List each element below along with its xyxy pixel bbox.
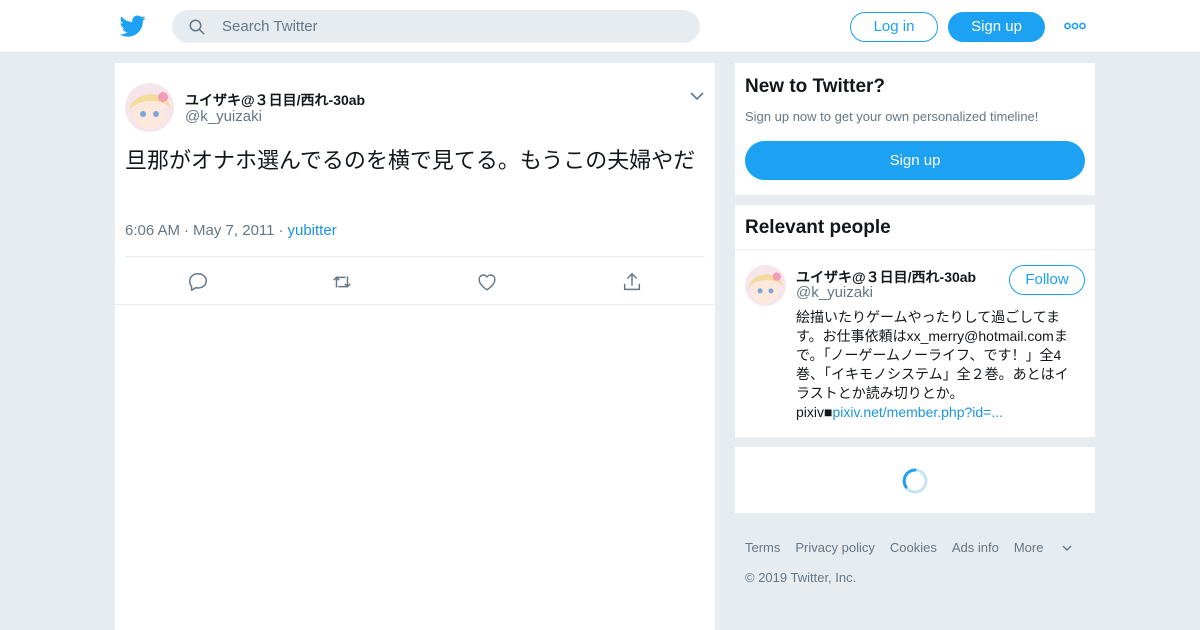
- more-label: More: [1013, 540, 1044, 555]
- reply-icon[interactable]: [187, 271, 209, 293]
- separator-dot: ·: [278, 222, 284, 239]
- person-handle[interactable]: @k_yuizaki: [796, 284, 873, 301]
- share-icon[interactable]: [621, 271, 643, 293]
- footer-link-cookies[interactable]: Cookies: [890, 540, 937, 555]
- search-icon: [189, 19, 205, 35]
- card-header: Relevant people: [735, 205, 1095, 250]
- tweet-card: ユイザキ@３日目/西れ-30ab @k_yuizaki 旦那がオナホ選んでるのを…: [115, 63, 715, 630]
- more-dots-icon[interactable]: [1064, 18, 1086, 34]
- card-title: New to Twitter?: [745, 76, 886, 97]
- loading-card: [735, 447, 1095, 513]
- relevant-people-card: Relevant people ユイザキ@３日目/西れ-30ab @k_yuiz…: [735, 205, 1095, 437]
- footer-link-terms[interactable]: Terms: [745, 540, 780, 555]
- avatar[interactable]: [125, 83, 174, 132]
- tweet-actions: [115, 257, 715, 305]
- chevron-down-icon: [1062, 545, 1072, 551]
- avatar[interactable]: [745, 265, 786, 306]
- signup-button[interactable]: Sign up: [948, 12, 1045, 42]
- author-name[interactable]: ユイザキ@３日目/西れ-30ab: [185, 90, 365, 110]
- copyright: © 2019 Twitter, Inc.: [745, 570, 857, 585]
- footer-link-more[interactable]: More: [1014, 540, 1072, 555]
- retweet-icon[interactable]: [331, 271, 353, 293]
- tweet-date[interactable]: May 7, 2011: [193, 222, 274, 239]
- tweet-source-link[interactable]: yubitter: [288, 222, 337, 239]
- signup-button-large[interactable]: Sign up: [745, 141, 1085, 180]
- card-title: Relevant people: [745, 217, 891, 238]
- top-navigation-bar: Log in Sign up: [0, 0, 1200, 53]
- bio-link[interactable]: pixiv.net/member.php?id=...: [832, 404, 1003, 420]
- twitter-bird-icon[interactable]: [120, 13, 146, 39]
- avatar-image: [125, 83, 174, 132]
- footer-link-ads-info[interactable]: Ads info: [952, 540, 999, 555]
- avatar-image: [745, 265, 786, 306]
- card-subtitle: Sign up now to get your own personalized…: [745, 109, 1039, 124]
- person-bio: 絵描いたりゲームやったりして過ごしてます。お仕事依頼はxx_merry@hotm…: [796, 308, 1080, 422]
- loading-spinner-icon: [902, 468, 928, 494]
- tweet-text: 旦那がオナホ選んでるのを横で見てる。もうこの夫婦やだ: [125, 149, 696, 174]
- follow-button[interactable]: Follow: [1009, 265, 1085, 295]
- search-input[interactable]: [222, 10, 682, 43]
- footer-links: Terms Privacy policy Cookies Ads info More: [745, 540, 1087, 555]
- chevron-down-icon[interactable]: [690, 91, 704, 101]
- tweet-time[interactable]: 6:06 AM: [125, 222, 180, 239]
- like-icon[interactable]: [476, 271, 498, 293]
- author-handle[interactable]: @k_yuizaki: [185, 108, 262, 125]
- new-to-twitter-card: New to Twitter? Sign up now to get your …: [735, 63, 1095, 195]
- login-button[interactable]: Log in: [850, 12, 938, 42]
- tweet-metadata: 6:06 AM · May 7, 2011 · yubitter: [125, 222, 337, 239]
- search-box[interactable]: [172, 10, 700, 43]
- footer-link-privacy[interactable]: Privacy policy: [795, 540, 874, 555]
- separator-dot: ·: [184, 222, 190, 239]
